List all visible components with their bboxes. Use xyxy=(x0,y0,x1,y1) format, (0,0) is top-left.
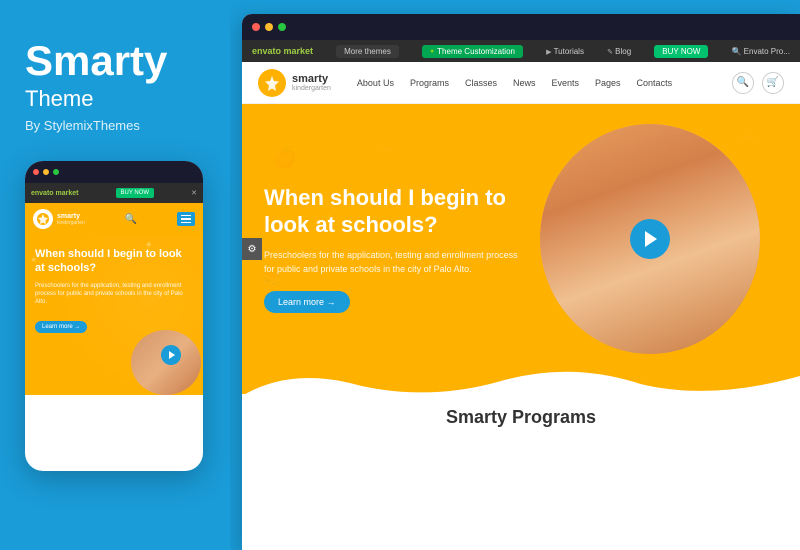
nav-programs[interactable]: Programs xyxy=(410,78,449,88)
play-triangle-large-icon xyxy=(645,231,657,247)
desktop-search-input[interactable]: 🔍 Envato Pro... xyxy=(731,47,789,56)
nav-pages[interactable]: Pages xyxy=(595,78,621,88)
left-panel: Smarty Theme By StylemixThemes envato ma… xyxy=(0,0,230,550)
desktop-logo-text: smarty xyxy=(292,73,331,85)
desktop-site-nav: smarty kindergarten About Us Programs Cl… xyxy=(242,62,800,104)
brand-title: Smarty xyxy=(25,40,205,82)
blog-icon: ✎ xyxy=(607,49,613,56)
mobile-site-nav: smarty kindergarten 🔍 xyxy=(25,203,203,235)
mobile-hero-text: Preschoolers for the application, testin… xyxy=(35,282,193,307)
mobile-hero: ✦ ★ When should I begin to look at schoo… xyxy=(25,235,203,395)
desktop-hero-description: Preschoolers for the application, testin… xyxy=(264,248,527,277)
mobile-kids-image xyxy=(131,330,201,395)
theme-cust-dot: ● xyxy=(430,48,434,55)
wave-divider xyxy=(242,366,800,396)
mobile-logo-text: smarty xyxy=(57,213,85,220)
desktop-hero-image-area xyxy=(540,124,780,374)
nav-news[interactable]: News xyxy=(513,78,536,88)
mobile-play-button[interactable] xyxy=(161,345,181,365)
desktop-play-button[interactable] xyxy=(630,219,670,259)
desktop-blog-link[interactable]: ✎ Blog xyxy=(607,47,631,56)
desktop-hero-section: 🍎 ★ ✏ 📚 🌟 ✦ ★ ✏ When should I begin to l… xyxy=(242,104,800,394)
desktop-logo-icon xyxy=(258,69,286,97)
desktop-learn-more-button[interactable]: Learn more → xyxy=(264,291,350,313)
mobile-hero-title: When should I begin to look at schools? xyxy=(35,247,193,276)
desktop-theme-customization-button[interactable]: ● Theme Customization xyxy=(422,45,523,58)
nav-cart-icon[interactable]: 🛒 xyxy=(762,72,784,94)
desktop-more-themes-button[interactable]: More themes xyxy=(336,45,399,58)
mobile-dot-green xyxy=(53,169,59,175)
desktop-envato-logo: envato market xyxy=(252,46,313,56)
svg-text:🍎: 🍎 xyxy=(272,145,297,169)
desktop-dot-yellow xyxy=(265,23,273,31)
desktop-logo-sub: kindergarten xyxy=(292,85,331,92)
hamburger-line-1 xyxy=(181,215,191,217)
nav-search-icon[interactable]: 🔍 xyxy=(732,72,754,94)
tutorials-icon: ▶ xyxy=(546,49,551,56)
brand-subtitle: Theme xyxy=(25,86,205,112)
nav-icons: 🔍 🛒 xyxy=(732,72,784,94)
mobile-address-bar: envato market BUY NOW ✕ xyxy=(25,183,203,203)
play-triangle-icon xyxy=(169,351,175,359)
mobile-learn-more-button[interactable]: Learn more → xyxy=(35,321,87,333)
nav-about[interactable]: About Us xyxy=(357,78,394,88)
mobile-top-bar xyxy=(25,161,203,183)
svg-text:✏: ✏ xyxy=(382,141,394,157)
nav-contacts[interactable]: Contacts xyxy=(637,78,673,88)
mobile-close-icon: ✕ xyxy=(191,189,197,197)
doodle-star-1: ✦ xyxy=(145,240,153,251)
programs-title: Smarty Programs xyxy=(264,402,778,428)
doodle-star-2: ★ xyxy=(30,255,37,264)
mobile-search-icon[interactable]: 🔍 xyxy=(125,214,137,225)
desktop-mockup: envato market More themes ● Theme Custom… xyxy=(242,14,800,550)
theme-cust-label: Theme Customization xyxy=(437,47,515,56)
brand-author: By StylemixThemes xyxy=(25,118,205,133)
mobile-logo-icon xyxy=(33,209,53,229)
desktop-hero-circle-image xyxy=(540,124,760,354)
desktop-address-bar: envato market More themes ● Theme Custom… xyxy=(242,40,800,62)
mobile-hamburger-button[interactable] xyxy=(177,212,195,226)
desktop-top-bar xyxy=(242,14,800,40)
mobile-envato-logo: envato market xyxy=(31,190,78,197)
mobile-mockup: envato market BUY NOW ✕ smarty kindergar… xyxy=(25,161,203,471)
mobile-buy-now[interactable]: BUY NOW xyxy=(116,188,155,198)
nav-events[interactable]: Events xyxy=(552,78,580,88)
mobile-dot-yellow xyxy=(43,169,49,175)
right-panel: envato market More themes ● Theme Custom… xyxy=(230,0,800,550)
hamburger-line-3 xyxy=(181,222,191,224)
desktop-dot-green xyxy=(278,23,286,31)
desktop-hero-title: When should I begin to look at schools? xyxy=(264,185,527,238)
desktop-tutorials-link[interactable]: ▶ Tutorials xyxy=(546,47,584,56)
mobile-dot-red xyxy=(33,169,39,175)
nav-classes[interactable]: Classes xyxy=(465,78,497,88)
desktop-buy-now-button[interactable]: BUY NOW xyxy=(654,45,708,58)
mobile-logo-area: smarty kindergarten xyxy=(33,209,85,229)
mobile-logo-sub: kindergarten xyxy=(57,220,85,226)
desktop-logo-area: smarty kindergarten xyxy=(258,69,331,97)
hamburger-line-2 xyxy=(181,218,191,220)
programs-section: Smarty Programs xyxy=(242,394,800,438)
desktop-hero-content: When should I begin to look at schools? … xyxy=(242,185,549,313)
desktop-dot-red xyxy=(252,23,260,31)
